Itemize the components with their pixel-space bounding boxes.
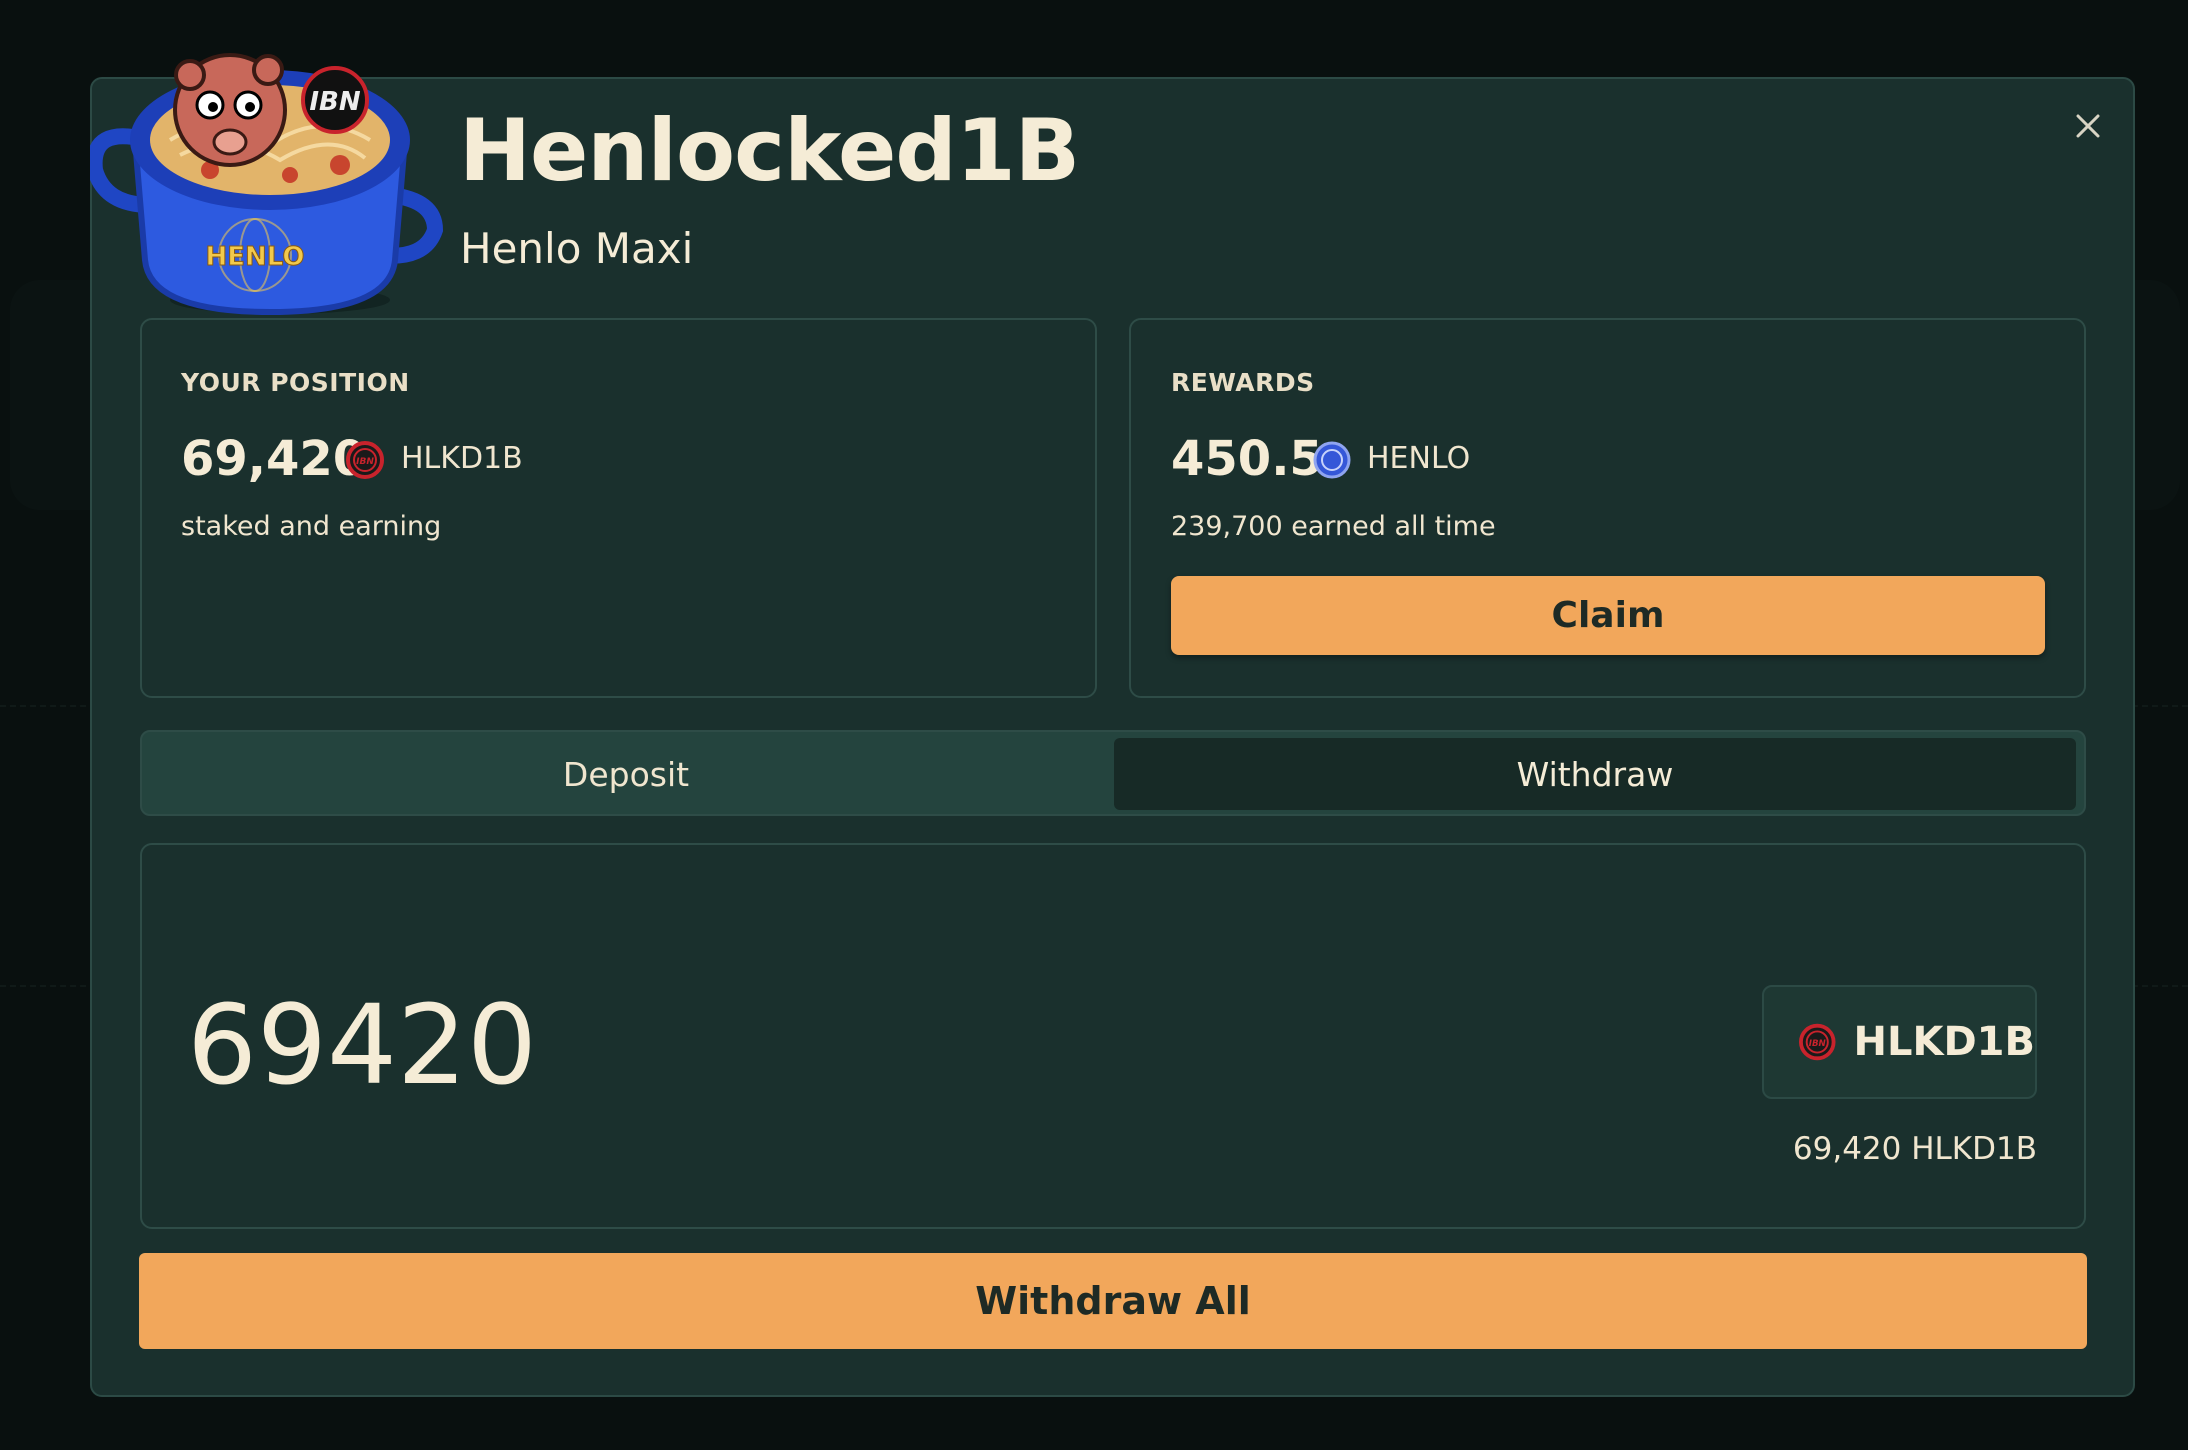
rewards-note: 239,700 earned all time <box>1171 511 1496 542</box>
position-amount: 69,420 <box>181 431 367 487</box>
tab-deposit[interactable]: Deposit <box>146 738 1106 810</box>
withdraw-amount-input[interactable] <box>187 975 1087 1115</box>
position-note: staked and earning <box>181 511 442 542</box>
rewards-label: REWARDS <box>1171 368 1315 397</box>
token-balance: 69,420 HLKD1B <box>1792 1131 2037 1167</box>
token-selector[interactable]: IBN HLKD1B <box>1762 985 2037 1099</box>
svg-text:IBN: IBN <box>1809 1039 1827 1049</box>
position-label: YOUR POSITION <box>181 368 410 397</box>
svg-text:IBN: IBN <box>356 457 374 467</box>
henlo-pot-illustration: IBN HENLO <box>90 53 444 316</box>
tab-withdraw[interactable]: Withdraw <box>1114 738 2076 810</box>
modal-title: Henlocked1B <box>459 101 1080 201</box>
rewards-amount: 450.5 <box>1171 431 1323 487</box>
hlkd1b-token-icon: IBN <box>1799 1023 1836 1061</box>
deposit-withdraw-tabs: Deposit Withdraw <box>140 730 2086 816</box>
position-ticker: HLKD1B <box>401 441 523 476</box>
withdraw-all-button[interactable]: Withdraw All <box>139 1253 2087 1349</box>
hlkd1b-token-icon: IBN <box>346 441 384 479</box>
token-selector-ticker: HLKD1B <box>1853 1019 2035 1065</box>
claim-button[interactable]: Claim <box>1171 576 2045 655</box>
henlo-token-icon <box>1313 441 1351 479</box>
svg-text:HENLO: HENLO <box>205 242 304 272</box>
close-button[interactable] <box>2070 108 2106 144</box>
svg-text:IBN: IBN <box>309 87 360 117</box>
close-icon <box>2076 114 2100 138</box>
modal-subtitle: Henlo Maxi <box>460 224 694 273</box>
rewards-ticker: HENLO <box>1367 441 1471 476</box>
